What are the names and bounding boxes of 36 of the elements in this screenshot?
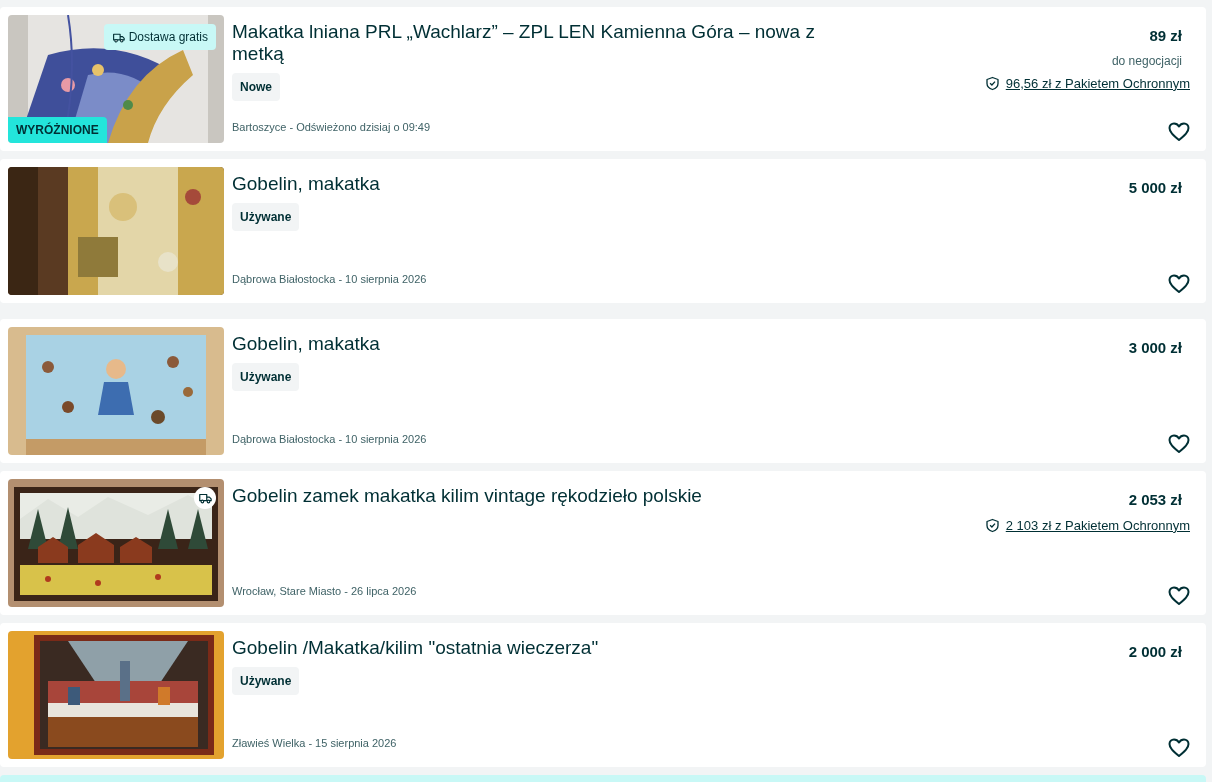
favorite-heart-icon[interactable] (1168, 434, 1190, 454)
negotiable-label: do negocjacji (1111, 52, 1182, 70)
listing-card[interactable]: Gobelin, makatka Używane Dąbrowa Białostocka - 10 sierpnia 2026 5 000 zł (0, 159, 1206, 303)
protection-price-link[interactable]: 2 103 zł z Pakietem Ochronnym (1005, 515, 1190, 535)
condition-tag: Nowe (232, 73, 280, 101)
price: 2 053 zł (1128, 490, 1182, 510)
condition-tag: Używane (232, 667, 300, 695)
location-date: Bartoszyce - Odświeżono dzisiaj o 09:49 (232, 119, 432, 135)
protection-price-link[interactable]: 96,56 zł z Pakietem Ochronnym (1005, 73, 1190, 93)
price: 89 zł (1149, 26, 1182, 46)
location-date: Zławieś Wielka - 15 sierpnia 2026 (232, 735, 398, 751)
location-date: Dąbrowa Białostocka - 10 sierpnia 2026 (232, 271, 428, 287)
listing-card[interactable]: Gobelin, makatka Używane Dąbrowa Białostocka - 10 sierpnia 2026 3 000 zł (0, 319, 1206, 463)
listing-title[interactable]: Makatka lniana PRL „Wachlarz” – ZPL LEN Kamienna Góra – nowa z metką (232, 21, 832, 65)
listing-card[interactable]: Gobelin /Makatka/kilim "ostatnia wieczerza" Używane Zławieś Wielka - 15 sierpnia 2026 2 000 zł (0, 623, 1206, 767)
price: 2 000 zł (1128, 642, 1182, 662)
condition-tag: Używane (232, 363, 300, 391)
location-date: Wrocław, Stare Miasto - 26 lipca 2026 (232, 583, 418, 599)
location-date: Dąbrowa Białostocka - 10 sierpnia 2026 (232, 431, 428, 447)
price: 5 000 zł (1128, 178, 1182, 198)
listing-title[interactable]: Gobelin, makatka (232, 333, 832, 355)
favorite-heart-icon[interactable] (1168, 122, 1190, 142)
badge-label: Dostawa gratis (128, 29, 208, 46)
condition-tag: Używane (232, 203, 300, 231)
price: 3 000 zł (1128, 338, 1182, 358)
featured-badge: WYRÓŻNIONE (8, 117, 107, 143)
listing-title[interactable]: Gobelin zamek makatka kilim vintage rękodzieło polskie (232, 485, 832, 507)
favorite-heart-icon[interactable] (1168, 738, 1190, 758)
shield-icon (984, 75, 1000, 91)
listing-title[interactable]: Gobelin /Makatka/kilim "ostatnia wieczerza" (232, 637, 832, 659)
favorite-heart-icon[interactable] (1168, 586, 1190, 606)
favorite-heart-icon[interactable] (1168, 274, 1190, 294)
listing-card[interactable]: Gobelin zamek makatka kilim vintage rękodzieło polskie Wrocław, Stare Miasto - 26 lipca 2026 2 053 zł 2 103 zł z Pakietem Ochronnym (0, 471, 1206, 615)
listing-title[interactable]: Gobelin, makatka (232, 173, 832, 195)
shield-icon (984, 517, 1000, 533)
listing-card[interactable]: Dostawa gratis WYRÓŻNIONE Makatka lniana PRL „Wachlarz” – ZPL LEN Kamienna Góra – nowa z metką Nowe Bartoszyce - Odświeżono dzisiaj o 09:49 89 zł do negocjacji 96,56 zł z Pakietem Ochronnym (0, 7, 1206, 151)
